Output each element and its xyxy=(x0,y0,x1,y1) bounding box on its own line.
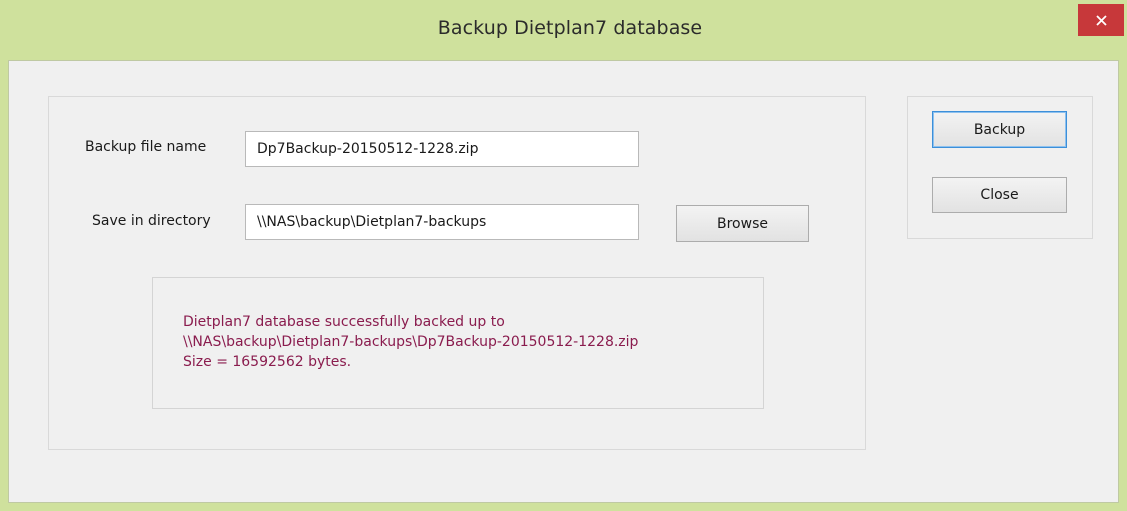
status-line-3: Size = 16592562 bytes. xyxy=(183,354,352,370)
file-name-input[interactable]: Dp7Backup-20150512-1228.zip xyxy=(245,131,639,167)
file-name-label: Backup file name xyxy=(85,139,207,155)
close-button[interactable]: Close xyxy=(932,177,1067,213)
close-x-icon xyxy=(1095,14,1107,26)
directory-label: Save in directory xyxy=(92,213,211,229)
window-title: Backup Dietplan7 database xyxy=(437,17,703,39)
title-bar[interactable]: Backup Dietplan7 database xyxy=(0,0,1127,60)
backup-dialog-window: Backup Dietplan7 database Backup file na… xyxy=(0,0,1127,511)
directory-input[interactable]: \\NAS\backup\Dietplan7-backups xyxy=(245,204,639,240)
actions-panel: Backup Close xyxy=(907,96,1093,239)
browse-button[interactable]: Browse xyxy=(676,205,809,242)
status-line-1: Dietplan7 database successfully backed u… xyxy=(183,314,505,330)
backup-settings-panel: Backup file name Dp7Backup-20150512-1228… xyxy=(48,96,866,450)
backup-button[interactable]: Backup xyxy=(932,111,1067,148)
status-line-2: \\NAS\backup\Dietplan7-backups\Dp7Backup… xyxy=(183,334,639,350)
status-message-box: Dietplan7 database successfully backed u… xyxy=(152,277,764,409)
window-close-button[interactable] xyxy=(1078,4,1124,36)
dialog-body: Backup file name Dp7Backup-20150512-1228… xyxy=(8,60,1119,503)
